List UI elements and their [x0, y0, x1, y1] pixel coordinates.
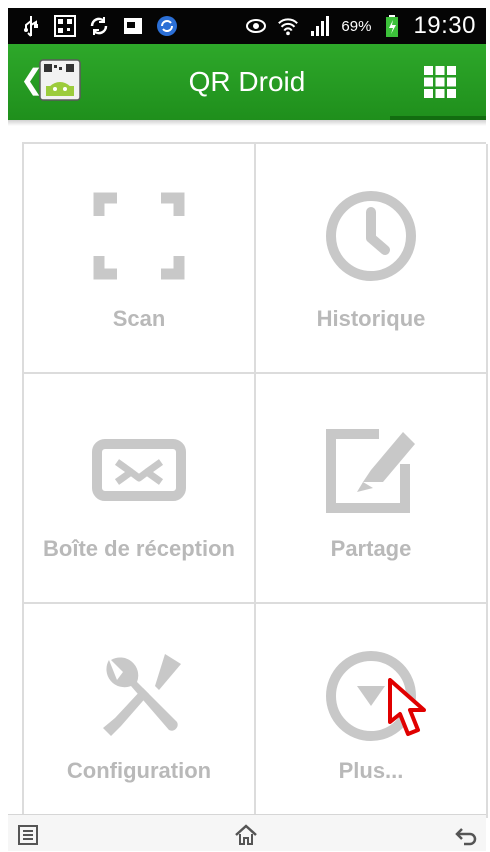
tile-label: Configuration [66, 758, 212, 783]
edit-pencil-icon [321, 416, 421, 516]
tile-configuration[interactable]: Configuration [24, 604, 256, 818]
grid-menu-icon[interactable] [422, 64, 458, 100]
tile-label: Scan [112, 306, 166, 331]
tile-historique[interactable]: Historique [256, 144, 488, 374]
action-bar-shadow [8, 120, 486, 126]
sync-icon [88, 15, 110, 37]
tile-label: Historique [316, 306, 426, 331]
eye-icon [245, 15, 267, 37]
tile-label: Partage [330, 536, 412, 561]
tile-boite-de-reception[interactable]: Boîte de réception [24, 374, 256, 604]
tile-plus[interactable]: Plus... [256, 604, 488, 818]
tile-scan[interactable]: Scan [24, 144, 256, 374]
qr-notification-icon [54, 15, 76, 37]
tile-partage[interactable]: Partage [256, 374, 488, 604]
navigation-bar [8, 814, 486, 851]
tile-label: Boîte de réception [43, 536, 235, 561]
sd-card-icon [122, 15, 144, 37]
back-arrow-icon[interactable] [454, 823, 478, 847]
battery-percentage: 69% [341, 17, 372, 35]
home-icon[interactable] [234, 823, 258, 847]
scan-frame-icon [89, 186, 189, 286]
clock-icon [321, 186, 421, 286]
mouse-pointer-icon [386, 678, 434, 748]
usb-icon [20, 15, 42, 37]
battery-charging-icon [381, 15, 403, 37]
tools-icon [89, 646, 189, 746]
tile-label: Plus... [338, 758, 404, 783]
menu-list-icon[interactable] [16, 823, 40, 847]
wifi-icon [277, 15, 299, 37]
inbox-envelope-icon [89, 416, 189, 516]
signal-icon [309, 15, 331, 37]
action-bar: ❮ QR Droid [8, 44, 486, 120]
app-title: QR Droid [188, 66, 306, 97]
status-bar: 69% 19:30 [8, 8, 486, 44]
clock-time: 19:30 [413, 12, 476, 39]
refresh-circle-icon [156, 15, 178, 37]
